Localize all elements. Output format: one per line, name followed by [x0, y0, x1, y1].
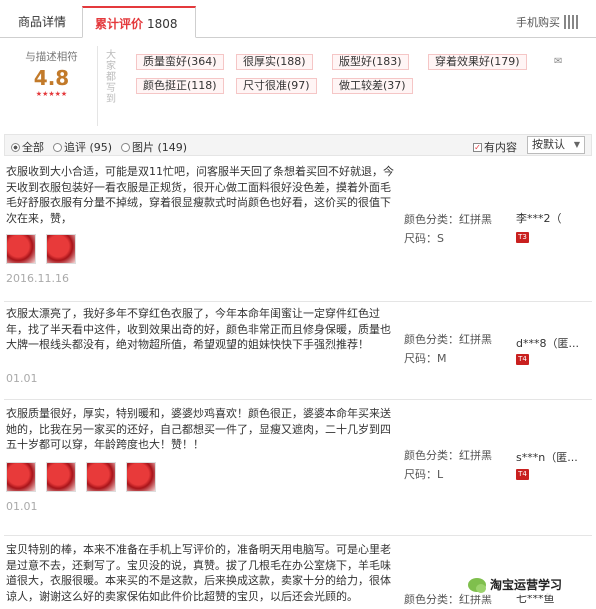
has-content-checkbox[interactable]: ✓ 有内容	[473, 139, 517, 155]
buyer-name: d***8（匿...	[516, 337, 579, 350]
review-text: 衣服收到大小合适，可能是双11忙吧，问客服半天回了条想着买回不好就退，今天收到衣…	[6, 165, 394, 225]
tag-fit[interactable]: 版型好(183)	[332, 54, 409, 70]
tag-workmanship[interactable]: 做工较差(37)	[332, 78, 413, 94]
star-rating-icon: ★★★★★	[35, 90, 68, 98]
tab-reviews[interactable]: 累计评价 1808	[82, 6, 196, 38]
tab-reviews-label: 累计评价	[95, 17, 144, 31]
chevron-down-icon: ▼	[573, 140, 580, 149]
check-icon: ✓	[473, 142, 482, 152]
review-image[interactable]	[86, 462, 116, 492]
sku-color: 颜色分类：红拼黑	[404, 333, 492, 346]
filter-append[interactable]: 追评 (95)	[53, 139, 112, 155]
buyer-level-badge: T4	[516, 469, 529, 480]
reviews-count: 1808	[147, 17, 178, 31]
review-sku: 颜色分类：红拼黑 尺码：M	[404, 330, 492, 368]
filter-all[interactable]: 全部	[11, 139, 44, 155]
tag-quality[interactable]: 质量蛮好(364)	[136, 54, 224, 70]
review-image[interactable]	[46, 462, 76, 492]
tab-product-detail[interactable]: 商品详情	[6, 6, 78, 38]
sku-color: 颜色分类：红拼黑	[404, 449, 492, 462]
sku-size: 尺码：S	[404, 232, 444, 245]
watermark: 淘宝运营学习	[464, 574, 567, 595]
radio-selected-icon	[11, 142, 20, 152]
score-box: 与描述相符 4.8 ★★★★★	[6, 46, 98, 126]
review-text: 衣服太漂亮了，我好多年不穿红色衣服了，今年本命年闺蜜让一定穿件红色过年，找了半天…	[6, 307, 391, 351]
review-item: 衣服太漂亮了，我好多年不穿红色衣服了，今年本命年闺蜜让一定穿件红色过年，找了半天…	[4, 302, 592, 400]
review-image[interactable]	[46, 234, 76, 264]
review-text: 宝贝特别的棒，本来不准备在手机上写评价的，准备明天用电脑写。可是心里老是过意不去…	[6, 543, 391, 603]
review-image[interactable]	[6, 234, 36, 264]
tag-title: 大家都写到	[106, 50, 116, 105]
wechat-icon	[468, 577, 486, 593]
tag-thick[interactable]: 很厚实(188)	[236, 54, 313, 70]
tag-color[interactable]: 颜色挺正(118)	[136, 78, 224, 94]
filter-append-label: 追评 (95)	[64, 141, 113, 154]
review-sku: 颜色分类：红拼黑 尺码：S	[404, 210, 492, 248]
score-label: 与描述相符	[25, 51, 78, 63]
tag-size[interactable]: 尺寸很准(97)	[236, 78, 317, 94]
review-image[interactable]	[6, 462, 36, 492]
tab-bar: 商品详情 累计评价 1808 手机购买	[0, 0, 596, 38]
filter-all-label: 全部	[22, 141, 44, 154]
sku-size: 尺码：L	[404, 468, 444, 481]
mobile-buy-label: 手机购买	[516, 16, 560, 29]
review-date: 2016.11.16	[6, 272, 69, 285]
qr-code-icon	[564, 15, 578, 29]
buyer-name: 李***2（	[516, 212, 562, 225]
watermark-text: 淘宝运营学习	[490, 578, 563, 592]
buyer-level-badge: T4	[516, 354, 529, 365]
sku-color: 颜色分类：红拼黑	[404, 213, 492, 226]
collapse-tags-icon[interactable]: ✉	[554, 56, 562, 67]
score-value: 4.8	[33, 66, 70, 90]
review-date: 01.01	[6, 500, 38, 513]
filter-images-label: 图片 (149)	[132, 141, 188, 154]
review-images	[6, 234, 76, 264]
review-item: 衣服收到大小合适，可能是双11忙吧，问客服半天回了条想着买回不好就退，今天收到衣…	[4, 160, 592, 302]
buyer-level-badge: T3	[516, 232, 529, 243]
buyer-name: s***n（匿...	[516, 451, 578, 464]
review-text: 衣服质量很好，厚实，特别暖和，婆婆炒鸡喜欢！颜色很正，婆婆本命年买来送她的，比我…	[6, 407, 391, 451]
sort-label: 按默认	[532, 138, 565, 151]
radio-icon	[53, 142, 62, 152]
has-content-label: 有内容	[484, 141, 517, 154]
filter-images[interactable]: 图片 (149)	[121, 139, 187, 155]
sku-size: 尺码：M	[404, 352, 447, 365]
review-filter-bar: 全部 追评 (95) 图片 (149) ✓ 有内容 按默认 ▼	[4, 134, 592, 156]
tag-wearing-effect[interactable]: 穿着效果好(179)	[428, 54, 527, 70]
review-item: 衣服质量很好，厚实，特别暖和，婆婆炒鸡喜欢！颜色很正，婆婆本命年买来送她的，比我…	[4, 402, 592, 536]
sort-select[interactable]: 按默认 ▼	[527, 136, 585, 154]
rating-summary: 与描述相符 4.8 ★★★★★ 大家都写到 质量蛮好(364) 很厚实(188)…	[6, 46, 590, 126]
review-date: 01.01	[6, 372, 38, 385]
radio-icon	[121, 142, 130, 152]
mobile-buy-link[interactable]: 手机购买	[516, 14, 578, 30]
review-sku: 颜色分类：红拼黑 尺码：L	[404, 446, 492, 484]
review-image[interactable]	[126, 462, 156, 492]
review-images	[6, 462, 156, 492]
